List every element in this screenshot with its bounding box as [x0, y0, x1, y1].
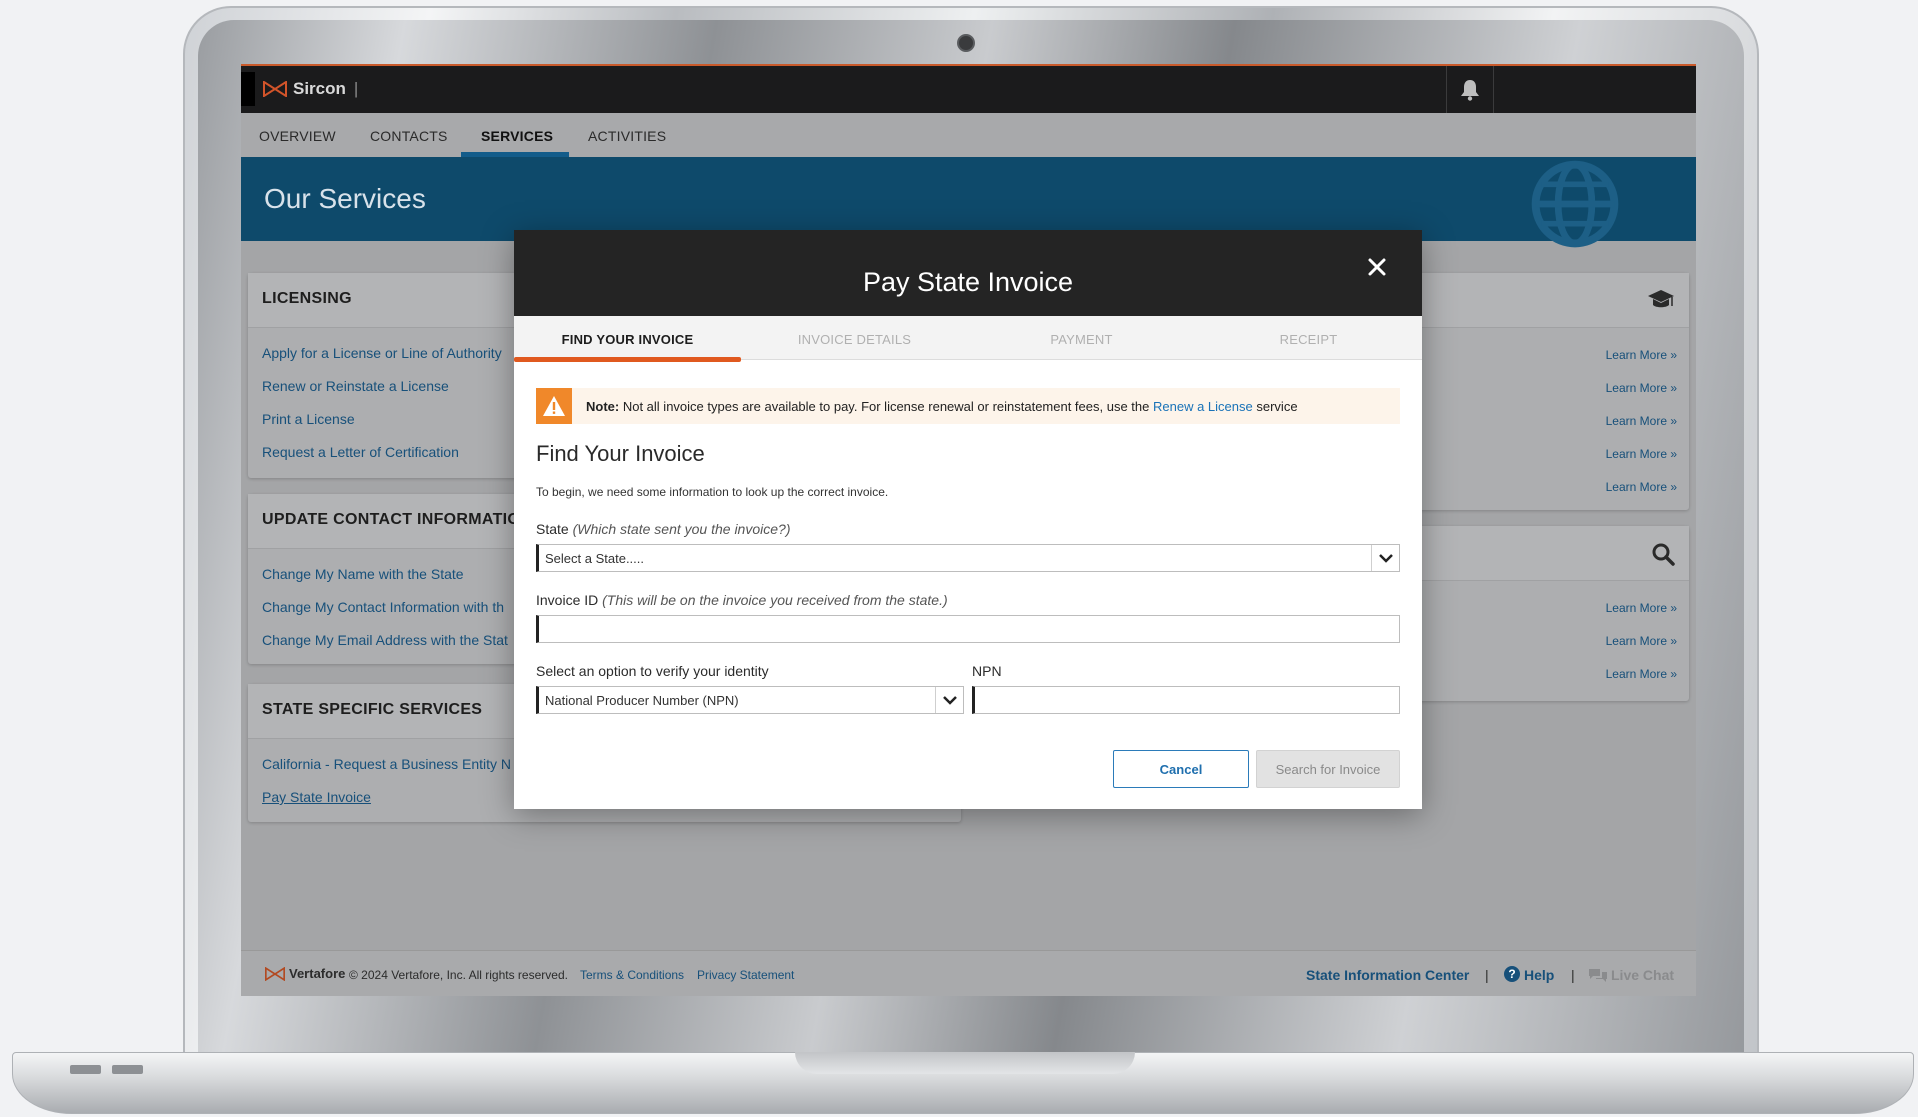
- state-label-text: State: [536, 521, 569, 537]
- npn-label: NPN: [972, 663, 1002, 679]
- step-payment: PAYMENT: [1050, 332, 1113, 347]
- intro-text: To begin, we need some information to lo…: [536, 485, 889, 499]
- search-icon: [1652, 543, 1675, 566]
- bell-icon: [1461, 79, 1479, 101]
- help-link[interactable]: Help: [1524, 967, 1554, 983]
- page-footer: Vertafore © 2024 Vertafore, Inc. All rig…: [241, 950, 1696, 996]
- privacy-link[interactable]: Privacy Statement: [697, 968, 794, 982]
- page-title: Our Services: [264, 183, 426, 214]
- tab-activities[interactable]: ACTIVITIES: [588, 128, 666, 144]
- invoice-label-text: Invoice ID: [536, 592, 599, 608]
- graduation-cap-icon: [1648, 290, 1674, 308]
- renew-license-link[interactable]: Renew a License: [1153, 399, 1253, 414]
- verify-identity-value: National Producer Number (NPN): [545, 693, 739, 708]
- panel-title: UPDATE CONTACT INFORMATION: [262, 511, 532, 528]
- note-text: Note: Not all invoice types are availabl…: [586, 399, 1298, 414]
- terms-link[interactable]: Terms & Conditions: [580, 968, 684, 982]
- link-change-contact[interactable]: Change My Contact Information with th: [262, 599, 504, 615]
- learn-more-link[interactable]: Learn More »: [1606, 414, 1677, 428]
- learn-more-link[interactable]: Learn More »: [1606, 634, 1677, 648]
- tab-services[interactable]: SERVICES: [481, 128, 553, 144]
- link-change-email[interactable]: Change My Email Address with the Stat: [262, 632, 508, 648]
- npn-input[interactable]: [972, 686, 1400, 714]
- footer-separator: |: [1485, 967, 1489, 983]
- note-banner: Note: Not all invoice types are availabl…: [536, 388, 1400, 424]
- vertafore-logo-icon: [265, 967, 285, 981]
- panel-title: LICENSING: [262, 290, 352, 307]
- link-renew-license[interactable]: Renew or Reinstate a License: [262, 378, 449, 394]
- pay-state-invoice-modal: Pay State Invoice FIND YOUR INVOICE INVO…: [514, 230, 1422, 809]
- state-select-value: Select a State.....: [545, 551, 644, 566]
- warning-icon: [536, 388, 572, 424]
- link-letter-certification[interactable]: Request a Letter of Certification: [262, 444, 459, 460]
- learn-more-link[interactable]: Learn More »: [1606, 348, 1677, 362]
- learn-more-link[interactable]: Learn More »: [1606, 381, 1677, 395]
- link-apply-license[interactable]: Apply for a License or Line of Authority: [262, 345, 502, 361]
- state-label: State (Which state sent you the invoice?…: [536, 521, 790, 537]
- camera-icon: [957, 34, 975, 52]
- invoice-hint: (This will be on the invoice you receive…: [602, 592, 948, 608]
- learn-more-link[interactable]: Learn More »: [1606, 447, 1677, 461]
- verify-identity-label: Select an option to verify your identity: [536, 663, 769, 679]
- help-icon: ?: [1504, 966, 1520, 982]
- search-invoice-button[interactable]: Search for Invoice: [1256, 750, 1400, 788]
- panel-title: STATE SPECIFIC SERVICES: [262, 701, 483, 718]
- note-body: Not all invoice types are available to p…: [622, 399, 1150, 414]
- learn-more-link[interactable]: Learn More »: [1606, 601, 1677, 615]
- note-label: Note:: [586, 399, 620, 414]
- globe-icon: [1531, 160, 1619, 248]
- cancel-button[interactable]: Cancel: [1113, 750, 1249, 788]
- learn-more-link[interactable]: Learn More »: [1606, 667, 1677, 681]
- link-change-name[interactable]: Change My Name with the State: [262, 566, 464, 582]
- link-pay-state-invoice[interactable]: Pay State Invoice: [262, 789, 371, 805]
- top-bar: Sircon |: [241, 66, 1696, 113]
- footer-brand: Vertafore: [289, 966, 346, 981]
- active-step-indicator: [514, 357, 741, 362]
- sircon-logo[interactable]: Sircon |: [263, 79, 358, 99]
- tab-contacts[interactable]: CONTACTS: [370, 128, 448, 144]
- link-california-business-entity[interactable]: California - Request a Business Entity N: [262, 756, 511, 772]
- chevron-down-icon: [1371, 545, 1399, 571]
- chevron-down-icon: [935, 687, 963, 713]
- brand-separator: |: [353, 79, 359, 98]
- close-icon[interactable]: [1366, 256, 1388, 278]
- main-tabs: OVERVIEW CONTACTS SERVICES ACTIVITIES: [241, 113, 1696, 157]
- footer-separator: |: [1571, 967, 1575, 983]
- step-find-invoice[interactable]: FIND YOUR INVOICE: [514, 332, 741, 347]
- tab-overview[interactable]: OVERVIEW: [259, 128, 336, 144]
- footer-copyright: © 2024 Vertafore, Inc. All rights reserv…: [349, 968, 568, 982]
- invoice-id-label: Invoice ID (This will be on the invoice …: [536, 592, 948, 608]
- step-invoice-details: INVOICE DETAILS: [797, 332, 912, 347]
- live-chat-link[interactable]: Live Chat: [1611, 967, 1674, 983]
- laptop-vent: [112, 1065, 143, 1074]
- verify-identity-select[interactable]: National Producer Number (NPN): [536, 686, 964, 714]
- brand-name: Sircon: [293, 79, 346, 98]
- state-select[interactable]: Select a State.....: [536, 544, 1400, 572]
- page-hero: Our Services: [241, 157, 1696, 248]
- section-heading: Find Your Invoice: [536, 441, 705, 466]
- state-information-center-link[interactable]: State Information Center: [1306, 967, 1469, 983]
- chat-icon: [1589, 969, 1607, 982]
- step-receipt: RECEIPT: [1279, 332, 1338, 347]
- laptop-vent: [70, 1065, 101, 1074]
- step-tabs: FIND YOUR INVOICE INVOICE DETAILS PAYMEN…: [514, 316, 1422, 362]
- modal-title: Pay State Invoice: [862, 267, 1074, 297]
- link-print-license[interactable]: Print a License: [262, 411, 355, 427]
- laptop-notch: [795, 1052, 1135, 1074]
- invoice-id-input[interactable]: [536, 615, 1400, 643]
- topbar-edge: [241, 72, 255, 106]
- notifications-button[interactable]: [1446, 66, 1494, 113]
- modal-header: Pay State Invoice: [514, 230, 1422, 316]
- state-hint: (Which state sent you the invoice?): [572, 521, 791, 537]
- vertafore-mark-icon: [263, 81, 287, 97]
- learn-more-link[interactable]: Learn More »: [1606, 480, 1677, 494]
- note-suffix: service: [1256, 399, 1298, 414]
